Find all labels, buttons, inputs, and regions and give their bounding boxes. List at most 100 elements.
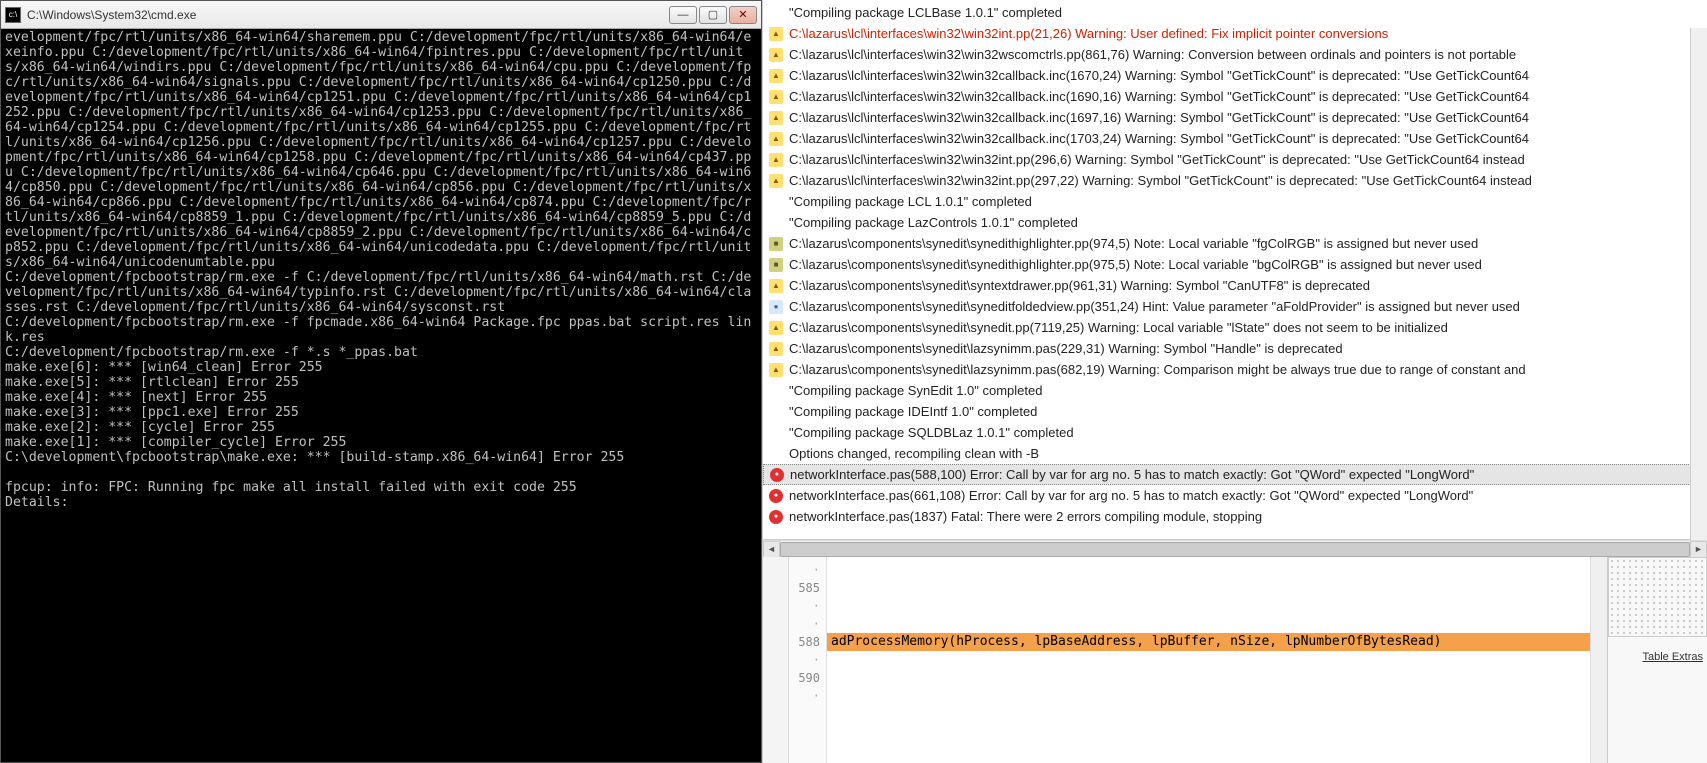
message-row[interactable]: C:\lazarus\lcl\interfaces\win32\win32int… (763, 149, 1707, 170)
warn-icon (769, 27, 783, 41)
message-text: C:\lazarus\components\synedit\syntextdra… (789, 278, 1370, 293)
message-text: C:\lazarus\lcl\interfaces\win32\win32int… (789, 173, 1532, 188)
error-icon (769, 510, 783, 524)
message-text: C:\lazarus\lcl\interfaces\win32\win32wsc… (789, 47, 1516, 62)
message-row[interactable]: Options changed, recompiling clean with … (763, 443, 1707, 464)
gutter-line (789, 597, 826, 615)
warn-icon (769, 363, 783, 377)
code-margin (763, 557, 789, 763)
message-text: C:\lazarus\components\synedit\synedithig… (789, 257, 1482, 272)
none-icon (769, 447, 783, 461)
window-controls: — ▢ ✕ (669, 6, 757, 24)
message-text: "Compiling package LCLBase 1.0.1" comple… (789, 5, 1062, 20)
cmd-output[interactable]: evelopment/fpc/rtl/units/x86_64-win64/sh… (1, 29, 761, 762)
ide-panel: "Compiling package LCLBase 1.0.1" comple… (762, 0, 1707, 763)
warn-icon (769, 174, 783, 188)
message-text: networkInterface.pas(661,108) Error: Cal… (789, 488, 1473, 503)
messages-list[interactable]: "Compiling package LCLBase 1.0.1" comple… (763, 0, 1707, 540)
scroll-thumb[interactable] (780, 542, 1690, 557)
code-line[interactable] (827, 615, 1590, 633)
code-line[interactable] (827, 651, 1590, 669)
message-row[interactable]: C:\lazarus\components\synedit\synedithig… (763, 233, 1707, 254)
message-text: "Compiling package IDEIntf 1.0" complete… (789, 404, 1037, 419)
message-text: "Compiling package SQLDBLaz 1.0.1" compl… (789, 425, 1074, 440)
message-row[interactable]: C:\lazarus\lcl\interfaces\win32\win32cal… (763, 128, 1707, 149)
message-text: C:\lazarus\components\synedit\synedithig… (789, 236, 1478, 251)
scroll-right-arrow[interactable]: ► (1690, 541, 1707, 558)
minimize-button[interactable]: — (669, 6, 697, 24)
scroll-left-arrow[interactable]: ◄ (763, 541, 780, 558)
code-gutter: 585588590 (789, 557, 827, 763)
code-line[interactable] (827, 579, 1590, 597)
message-text: C:\lazarus\lcl\interfaces\win32\win32cal… (789, 110, 1529, 125)
message-row[interactable]: C:\lazarus\components\synedit\lazsynimm.… (763, 359, 1707, 380)
message-row[interactable]: C:\lazarus\components\synedit\syneditfol… (763, 296, 1707, 317)
none-icon (769, 195, 783, 209)
message-row[interactable]: "Compiling package LCL 1.0.1" completed (763, 191, 1707, 212)
code-line[interactable] (827, 561, 1590, 579)
close-button[interactable]: ✕ (729, 6, 757, 24)
message-row[interactable]: networkInterface.pas(588,100) Error: Cal… (763, 464, 1707, 485)
warn-icon (769, 48, 783, 62)
code-line[interactable]: adProcessMemory(hProcess, lpBaseAddress,… (827, 633, 1590, 651)
message-text: networkInterface.pas(1837) Fatal: There … (789, 509, 1262, 524)
message-text: "Compiling package SynEdit 1.0" complete… (789, 383, 1042, 398)
code-v-scrollbar[interactable] (1590, 557, 1607, 763)
code-line[interactable] (827, 669, 1590, 687)
message-row[interactable]: "Compiling package IDEIntf 1.0" complete… (763, 401, 1707, 422)
none-icon (769, 216, 783, 230)
message-text: C:\lazarus\components\synedit\synedit.pp… (789, 320, 1448, 335)
message-row[interactable]: "Compiling package LazControls 1.0.1" co… (763, 212, 1707, 233)
warn-icon (769, 342, 783, 356)
gutter-line (789, 615, 826, 633)
message-text: C:\lazarus\lcl\interfaces\win32\win32int… (789, 26, 1388, 41)
message-row[interactable]: networkInterface.pas(661,108) Error: Cal… (763, 485, 1707, 506)
none-icon (769, 384, 783, 398)
message-text: "Compiling package LazControls 1.0.1" co… (789, 215, 1078, 230)
message-row[interactable]: "Compiling package SynEdit 1.0" complete… (763, 380, 1707, 401)
message-text: "Compiling package LCL 1.0.1" completed (789, 194, 1032, 209)
none-icon (769, 6, 783, 20)
warn-icon (769, 321, 783, 335)
message-text: C:\lazarus\lcl\interfaces\win32\win32cal… (789, 68, 1529, 83)
table-extras-tab[interactable]: Table Extras (1642, 651, 1703, 663)
code-editor[interactable]: 585588590 adProcessMemory(hProcess, lpBa… (763, 557, 1707, 763)
code-line[interactable] (827, 597, 1590, 615)
message-row[interactable]: C:\lazarus\components\synedit\synedithig… (763, 254, 1707, 275)
message-row[interactable]: C:\lazarus\components\synedit\synedit.pp… (763, 317, 1707, 338)
gutter-line (789, 687, 826, 705)
warn-icon (769, 69, 783, 83)
gutter-line: 585 (789, 579, 826, 597)
form-designer-area[interactable] (1608, 557, 1707, 637)
code-lines[interactable]: adProcessMemory(hProcess, lpBaseAddress,… (827, 557, 1590, 763)
message-row[interactable]: "Compiling package LCLBase 1.0.1" comple… (763, 2, 1707, 23)
none-icon (769, 405, 783, 419)
message-row[interactable]: networkInterface.pas(1837) Fatal: There … (763, 506, 1707, 527)
message-row[interactable]: C:\lazarus\components\synedit\syntextdra… (763, 275, 1707, 296)
message-row[interactable]: C:\lazarus\lcl\interfaces\win32\win32cal… (763, 107, 1707, 128)
message-row[interactable]: C:\lazarus\components\synedit\lazsynimm.… (763, 338, 1707, 359)
message-row[interactable]: C:\lazarus\lcl\interfaces\win32\win32int… (763, 23, 1707, 44)
message-row[interactable]: C:\lazarus\lcl\interfaces\win32\win32cal… (763, 86, 1707, 107)
scroll-track[interactable] (780, 541, 1690, 558)
none-icon (769, 426, 783, 440)
message-text: C:\lazarus\lcl\interfaces\win32\win32cal… (789, 131, 1529, 146)
message-row[interactable]: C:\lazarus\lcl\interfaces\win32\win32int… (763, 170, 1707, 191)
warn-icon (769, 90, 783, 104)
note-icon (769, 237, 783, 251)
code-line[interactable] (827, 687, 1590, 705)
hint-icon (769, 300, 783, 314)
message-row[interactable]: C:\lazarus\lcl\interfaces\win32\win32cal… (763, 65, 1707, 86)
cmd-titlebar[interactable]: c:\ C:\Windows\System32\cmd.exe — ▢ ✕ (1, 1, 761, 29)
message-text: C:\lazarus\lcl\interfaces\win32\win32int… (789, 152, 1525, 167)
maximize-button[interactable]: ▢ (699, 6, 727, 24)
message-row[interactable]: C:\lazarus\lcl\interfaces\win32\win32wsc… (763, 44, 1707, 65)
gutter-line (789, 651, 826, 669)
gutter-line (789, 561, 826, 579)
message-row[interactable]: "Compiling package SQLDBLaz 1.0.1" compl… (763, 422, 1707, 443)
side-panel: Table Extras (1607, 557, 1707, 763)
error-icon (770, 468, 784, 482)
cmd-window: c:\ C:\Windows\System32\cmd.exe — ▢ ✕ ev… (0, 0, 762, 763)
messages-h-scrollbar[interactable]: ◄ ► (763, 540, 1707, 557)
message-text: C:\lazarus\components\synedit\lazsynimm.… (789, 362, 1526, 377)
